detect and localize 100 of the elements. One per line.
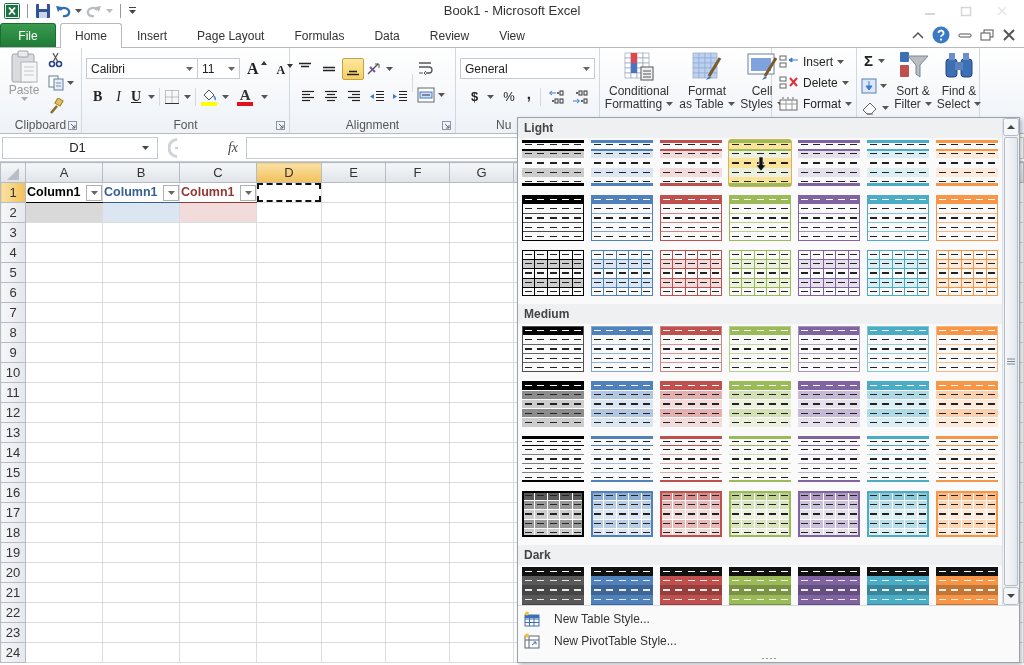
filter-button[interactable] bbox=[163, 184, 179, 201]
caret-icon[interactable] bbox=[244, 190, 252, 195]
caret-icon[interactable] bbox=[148, 94, 156, 99]
editing-menu-button[interactable]: Sort & Filter bbox=[893, 49, 933, 116]
number-format-field[interactable]: General bbox=[460, 58, 595, 79]
button-label[interactable]: Sort & bbox=[896, 84, 930, 98]
grow-font-button[interactable]: A bbox=[244, 57, 270, 80]
caret-icon[interactable] bbox=[727, 102, 735, 107]
table-style-swatch[interactable] bbox=[935, 380, 999, 428]
table-style-swatch[interactable] bbox=[659, 139, 723, 187]
filter-button[interactable] bbox=[86, 184, 102, 201]
table-style-swatch[interactable] bbox=[590, 566, 654, 605]
column-header[interactable]: C bbox=[179, 162, 257, 183]
active-cell[interactable] bbox=[257, 183, 321, 202]
caret-icon[interactable] bbox=[666, 102, 674, 107]
row-header[interactable]: 24 bbox=[0, 642, 26, 663]
caret-icon[interactable] bbox=[974, 102, 982, 107]
filter-button[interactable] bbox=[240, 184, 256, 201]
row-header[interactable]: 18 bbox=[0, 522, 26, 543]
caret-icon[interactable] bbox=[878, 58, 885, 63]
ribbon-tab[interactable]: View bbox=[484, 23, 540, 47]
help-icon[interactable] bbox=[932, 26, 950, 44]
percent-button[interactable]: % bbox=[500, 85, 518, 108]
ribbon-tab[interactable]: Review bbox=[414, 23, 485, 47]
table-style-swatch[interactable] bbox=[728, 566, 792, 605]
table-style-swatch[interactable] bbox=[659, 194, 723, 242]
insert-function-button[interactable]: fx bbox=[227, 137, 238, 158]
scissors-icon[interactable] bbox=[48, 51, 64, 68]
table-style-swatch[interactable] bbox=[728, 435, 792, 483]
bold-button[interactable]: B bbox=[90, 85, 106, 108]
table-style-swatch[interactable] bbox=[797, 490, 861, 538]
font-size-field[interactable]: 11 bbox=[197, 58, 240, 79]
table-style-swatch[interactable] bbox=[728, 194, 792, 242]
resize-grip-icon[interactable] bbox=[760, 657, 777, 660]
table-style-swatch[interactable] bbox=[521, 566, 585, 605]
table-style-swatch[interactable] bbox=[590, 325, 654, 373]
table-style-swatch[interactable] bbox=[659, 435, 723, 483]
style-menu-button[interactable]: Conditional Formatting bbox=[604, 49, 674, 116]
ribbon-tab[interactable]: Home bbox=[60, 23, 122, 48]
table-style-swatch[interactable] bbox=[521, 194, 585, 242]
caret-icon[interactable] bbox=[880, 83, 887, 88]
caret-icon[interactable] bbox=[186, 66, 193, 71]
dialog-launcher-icon[interactable] bbox=[276, 121, 285, 130]
undo-icon[interactable] bbox=[55, 3, 71, 19]
decrease-decimal-icon[interactable] bbox=[570, 88, 589, 105]
table-style-swatch[interactable] bbox=[866, 325, 930, 373]
table-style-swatch[interactable] bbox=[521, 435, 585, 483]
caret-icon[interactable] bbox=[142, 145, 149, 150]
underline-button[interactable]: U bbox=[128, 85, 145, 108]
row-header[interactable]: 9 bbox=[0, 342, 26, 363]
button-label[interactable]: Find & bbox=[941, 84, 977, 98]
row-header[interactable]: 8 bbox=[0, 322, 26, 343]
file-tab[interactable]: File bbox=[0, 23, 56, 47]
table-style-swatch[interactable] bbox=[659, 325, 723, 373]
name-box[interactable]: D1 bbox=[2, 136, 158, 159]
button-label[interactable]: Formatting bbox=[604, 97, 663, 111]
font-color-button[interactable]: A bbox=[233, 85, 258, 108]
column-header[interactable]: A bbox=[25, 162, 103, 183]
format-cells-icon[interactable] bbox=[779, 96, 799, 111]
caret-icon[interactable] bbox=[837, 59, 844, 64]
table-style-swatch[interactable] bbox=[797, 325, 861, 373]
row-header[interactable]: 22 bbox=[0, 602, 26, 623]
table-style-swatch[interactable] bbox=[521, 139, 585, 187]
table-style-swatch[interactable] bbox=[797, 139, 861, 187]
chevron-up-icon[interactable] bbox=[912, 31, 924, 39]
row-header[interactable]: 21 bbox=[0, 582, 26, 603]
comma-button[interactable]: , bbox=[523, 85, 534, 108]
currency-button[interactable]: $ bbox=[468, 85, 482, 108]
table-style-swatch[interactable] bbox=[590, 249, 654, 297]
table-style-swatch[interactable] bbox=[728, 139, 792, 187]
scroll-up-icon[interactable] bbox=[1003, 118, 1019, 136]
editing-menu-button[interactable]: Find & Select bbox=[937, 49, 981, 116]
button-label[interactable]: Select bbox=[936, 97, 971, 111]
scrollbar-thumb[interactable] bbox=[1004, 137, 1018, 586]
row-header[interactable]: 12 bbox=[0, 402, 26, 423]
table-style-swatch[interactable] bbox=[797, 194, 861, 242]
row-header[interactable]: 11 bbox=[0, 382, 26, 403]
table-style-swatch[interactable] bbox=[935, 139, 999, 187]
format-painter-icon[interactable] bbox=[48, 97, 64, 114]
borders-icon[interactable] bbox=[164, 88, 181, 105]
cells-menu-button[interactable]: Insert bbox=[776, 51, 855, 72]
caret-icon[interactable] bbox=[67, 80, 74, 85]
menu-item[interactable]: New Table Style... bbox=[518, 608, 1019, 630]
caret-icon[interactable] bbox=[75, 9, 82, 13]
caret-icon[interactable] bbox=[583, 66, 590, 71]
style-menu-button[interactable]: Format as Table bbox=[678, 49, 736, 116]
table-style-swatch[interactable] bbox=[590, 380, 654, 428]
caret-icon[interactable] bbox=[438, 92, 445, 97]
caret-icon[interactable] bbox=[228, 66, 235, 71]
row-header[interactable]: 20 bbox=[0, 562, 26, 583]
ribbon-tab[interactable]: Insert bbox=[122, 23, 183, 47]
table-style-swatch[interactable] bbox=[659, 380, 723, 428]
row-header[interactable]: 13 bbox=[0, 422, 26, 443]
row-header[interactable]: 23 bbox=[0, 622, 26, 643]
table-style-swatch[interactable] bbox=[866, 249, 930, 297]
caret-icon[interactable] bbox=[184, 94, 192, 99]
row-header[interactable]: 10 bbox=[0, 362, 26, 383]
column-header[interactable]: F bbox=[385, 162, 450, 183]
customize-icon[interactable] bbox=[128, 6, 137, 16]
table-style-swatch[interactable] bbox=[935, 566, 999, 605]
